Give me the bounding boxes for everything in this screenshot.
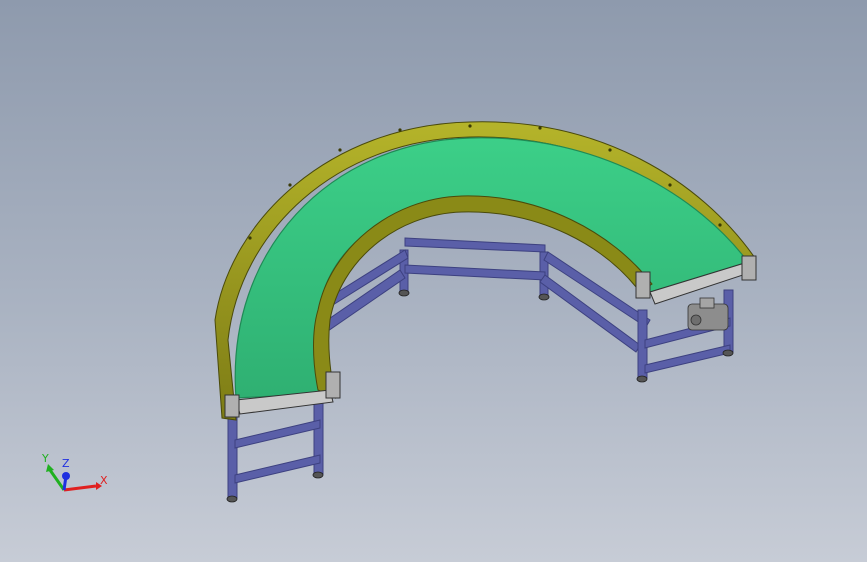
- y-axis-arrowhead: [46, 464, 54, 472]
- conveyor-model[interactable]: [0, 0, 867, 562]
- x-axis-label: X: [100, 474, 108, 487]
- y-axis-label: Y: [41, 452, 49, 465]
- drive-motor: [687, 297, 729, 331]
- orientation-triad[interactable]: X Y Z: [38, 452, 108, 504]
- y-axis-arrow: [48, 469, 66, 491]
- z-axis-head: [62, 472, 70, 480]
- x-axis-arrow: [63, 484, 97, 492]
- 3d-viewport[interactable]: X Y Z: [0, 0, 867, 562]
- z-axis-label: Z: [62, 457, 70, 470]
